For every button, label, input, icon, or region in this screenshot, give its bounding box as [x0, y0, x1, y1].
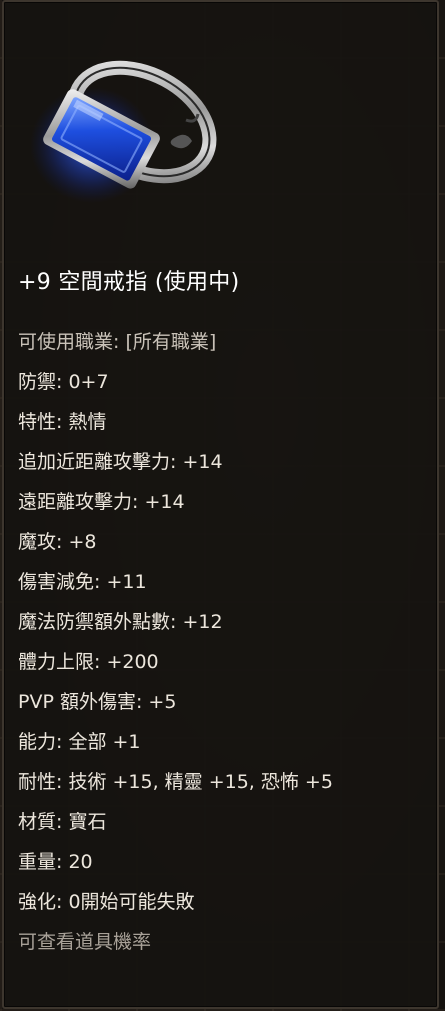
stat-usable-class: 可使用職業: [所有職業] [18, 331, 217, 353]
view-item-probability-link[interactable]: 可查看道具機率 [18, 922, 333, 962]
stat-magic-attack: 魔攻: +8 [18, 531, 97, 553]
stat-pvp-damage: PVP 額外傷害: +5 [18, 691, 177, 713]
sapphire-ring-icon [30, 60, 217, 203]
stat-ranged-attack: 遠距離攻擊力: +14 [18, 491, 185, 513]
item-tooltip: +9 空間戒指 (使用中) 可使用職業: [所有職業] 防禦: 0+7 特性: … [2, 0, 439, 1009]
stat-material: 材質: 寶石 [18, 811, 107, 833]
stat-max-hp: 體力上限: +200 [18, 651, 159, 673]
stat-resistance: 耐性: 技術 +15, 精靈 +15, 恐怖 +5 [18, 771, 333, 793]
stat-enchant: 強化: 0開始可能失敗 [18, 891, 195, 913]
stat-defense: 防禦: 0+7 [18, 371, 109, 393]
stat-ability: 能力: 全部 +1 [18, 731, 141, 753]
stat-weight: 重量: 20 [18, 851, 93, 873]
item-name: +9 空間戒指 (使用中) [18, 270, 240, 295]
item-stats-list: 可使用職業: [所有職業] 防禦: 0+7 特性: 熱情 追加近距離攻擊力: +… [18, 322, 333, 962]
stat-property: 特性: 熱情 [18, 411, 107, 433]
stat-melee-attack: 追加近距離攻擊力: +14 [18, 451, 223, 473]
stat-magic-defense-bonus: 魔法防禦額外點數: +12 [18, 611, 223, 633]
stat-damage-reduction: 傷害減免: +11 [18, 571, 147, 593]
